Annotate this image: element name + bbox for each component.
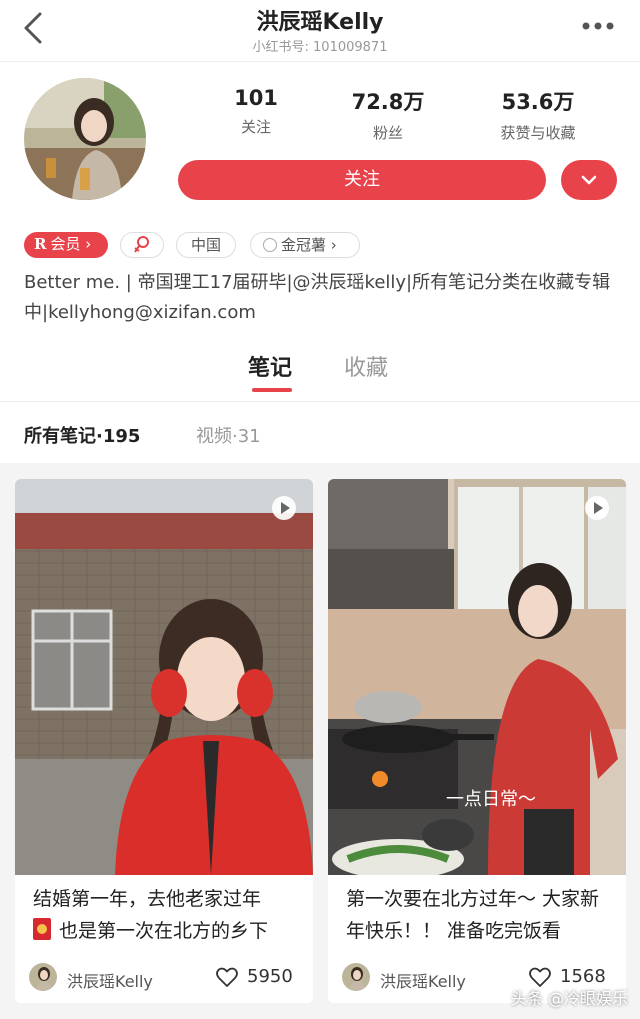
note-card[interactable]: 一点日常～ 第一次要在北方过年～ 大家新年快乐！！ 准备吃完饭看 洪辰瑶Kell… (328, 479, 626, 1003)
tab-notes[interactable]: 笔记 (248, 350, 292, 382)
like-count: 5950 (247, 966, 293, 987)
video-play-icon (272, 496, 296, 520)
active-tab-indicator (252, 388, 292, 392)
profile-tabs: 笔记 收藏 (0, 348, 640, 400)
note-cover-image[interactable]: 一点日常～ (328, 479, 626, 875)
stat-likes[interactable]: 53.6万 获赞与收藏 (468, 86, 608, 143)
red-envelope-icon (33, 918, 51, 940)
level-tag[interactable]: 金冠薯 › (250, 232, 360, 258)
note-footer: 洪辰瑶Kelly 5950 (29, 963, 301, 993)
medal-icon (263, 238, 277, 252)
chevron-right-icon: › (80, 235, 92, 253)
female-icon (134, 236, 149, 253)
video-play-icon (585, 496, 609, 520)
notes-filter-bar: 所有笔记·195 视频·31 (0, 401, 640, 463)
note-title-text: 结婚第一年，去他老家过年 (33, 888, 262, 910)
profile-bio: Better me. | 帝国理工17届研毕|@洪辰瑶kelly|所有笔记分类在… (24, 272, 611, 323)
level-label: 金冠薯 (281, 236, 327, 254)
following-label: 关注 (240, 118, 271, 136)
note-title: 结婚第一年，去他老家过年也是第一次在北方的乡下 (33, 883, 303, 947)
region-tag: 中国 (176, 232, 236, 258)
note-card[interactable]: 结婚第一年，去他老家过年也是第一次在北方的乡下 洪辰瑶Kelly 5950 (15, 479, 313, 1003)
page-title: 洪辰瑶Kelly (256, 10, 384, 35)
member-r-icon: R (34, 235, 47, 253)
follow-button[interactable]: 关注 (178, 160, 546, 200)
member-badge[interactable]: R 会员 › (24, 232, 108, 258)
heart-icon[interactable] (215, 965, 239, 989)
navigation-bar: 洪辰瑶Kelly 小红书号: 101009871 (0, 0, 640, 62)
member-label: 会员 (50, 235, 81, 253)
profile-avatar[interactable] (24, 78, 146, 200)
note-title-text: 第一次要在北方过年～ 大家新年快乐！！ 准备吃完饭看 (346, 888, 600, 942)
author-avatar[interactable] (342, 963, 370, 991)
author-name[interactable]: 洪辰瑶Kelly (380, 968, 466, 992)
profile-stats: 101 关注 72.8万 粉丝 53.6万 获赞与收藏 (190, 86, 620, 146)
like-count: 1568 (560, 966, 606, 987)
likes-count: 53.6万 (501, 90, 575, 114)
video-caption: 一点日常～ (446, 789, 536, 810)
followers-label: 粉丝 (372, 124, 403, 142)
author-avatar[interactable] (29, 963, 57, 991)
gender-tag (120, 232, 164, 258)
note-title-line: 也是第一次在北方的乡下 (59, 920, 269, 942)
followers-count: 72.8万 (351, 90, 425, 114)
filter-all-notes[interactable]: 所有笔记·195 (24, 422, 140, 448)
note-cover-image[interactable] (15, 479, 313, 875)
recommend-dropdown-button[interactable] (561, 160, 617, 200)
following-count: 101 (234, 86, 278, 110)
chevron-right-icon: › (326, 236, 337, 254)
likes-label: 获赞与收藏 (500, 124, 576, 142)
source-watermark: 头条 @冷眼娱乐 (510, 989, 628, 1008)
author-name[interactable]: 洪辰瑶Kelly (67, 968, 153, 992)
tab-collections[interactable]: 收藏 (344, 350, 388, 382)
stat-followers[interactable]: 72.8万 粉丝 (318, 86, 458, 143)
filter-videos[interactable]: 视频·31 (196, 422, 261, 448)
more-horizontal-icon[interactable] (580, 16, 616, 36)
chevron-down-icon (581, 175, 597, 185)
note-title: 第一次要在北方过年～ 大家新年快乐！！ 准备吃完饭看 (346, 883, 616, 947)
stat-following[interactable]: 101 关注 (186, 86, 326, 137)
user-id: 小红书号: 101009871 (252, 40, 388, 55)
